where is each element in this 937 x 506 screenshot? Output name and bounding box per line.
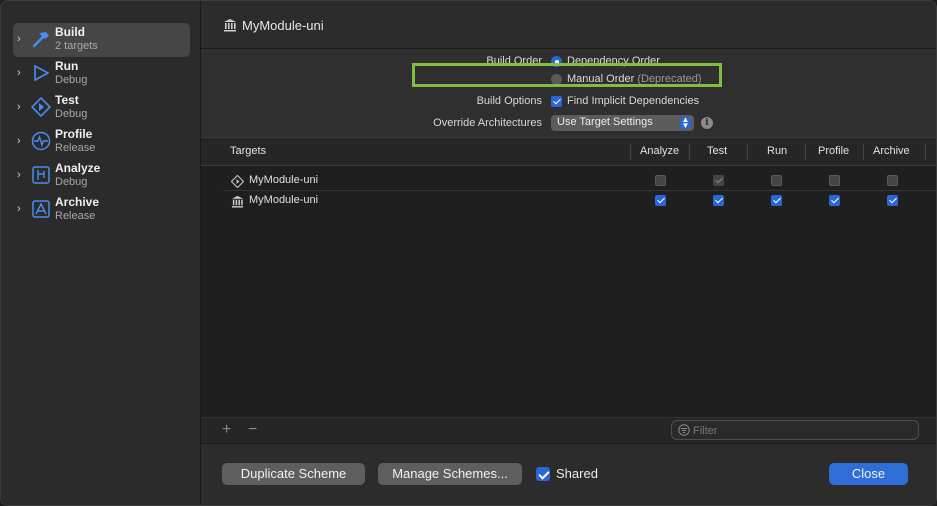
sidebar-item-run[interactable]: › Run Debug bbox=[13, 57, 190, 91]
targets-table: Targets Analyze Test Run Profile Archive… bbox=[201, 137, 936, 417]
test-checkbox[interactable] bbox=[713, 195, 724, 206]
column-header-profile[interactable]: Profile bbox=[818, 145, 849, 157]
sidebar-item-sublabel: Release bbox=[55, 142, 96, 154]
filter-icon bbox=[678, 424, 690, 436]
info-icon[interactable]: i bbox=[701, 117, 713, 129]
archive-icon bbox=[32, 200, 50, 218]
play-icon bbox=[34, 64, 50, 82]
dialog-footer: Duplicate Scheme Manage Schemes... Share… bbox=[201, 443, 936, 505]
override-architectures-label: Override Architectures bbox=[433, 117, 542, 129]
sidebar-item-sublabel: Debug bbox=[55, 108, 88, 120]
archive-checkbox[interactable] bbox=[887, 175, 898, 186]
close-button[interactable]: Close bbox=[829, 463, 908, 485]
sidebar-item-analyze[interactable]: › Analyze Debug bbox=[13, 159, 190, 193]
column-divider bbox=[863, 144, 864, 160]
chevron-right-icon[interactable]: › bbox=[17, 135, 27, 147]
analyze-checkbox[interactable] bbox=[655, 175, 666, 186]
analyze-icon bbox=[32, 166, 50, 184]
updown-chevron-icon: ▲ ▼ bbox=[680, 115, 691, 130]
archive-checkbox[interactable] bbox=[887, 195, 898, 206]
scheme-editor-window: › Build 2 targets › Run Debug › Test Deb… bbox=[0, 0, 937, 506]
sidebar-item-sublabel: Debug bbox=[55, 176, 88, 188]
sidebar-item-archive[interactable]: › Archive Release bbox=[13, 193, 190, 227]
sidebar-item-sublabel: 2 targets bbox=[55, 40, 98, 52]
column-divider bbox=[747, 144, 748, 160]
test-diamond-icon bbox=[31, 97, 51, 117]
sidebar-item-label: Analyze bbox=[55, 161, 101, 175]
table-toolbar: + − Filter bbox=[201, 417, 936, 443]
hammer-icon bbox=[32, 32, 49, 48]
run-checkbox[interactable] bbox=[771, 195, 782, 206]
filter-input[interactable]: Filter bbox=[671, 420, 919, 440]
add-target-button[interactable]: + bbox=[222, 421, 231, 439]
sidebar-item-sublabel: Release bbox=[55, 210, 96, 222]
chevron-right-icon[interactable]: › bbox=[17, 203, 27, 215]
panel-header: MyModule-uni bbox=[201, 1, 936, 49]
sidebar-item-build[interactable]: › Build 2 targets bbox=[13, 23, 190, 57]
shared-checkbox[interactable] bbox=[536, 467, 550, 481]
chevron-right-icon[interactable]: › bbox=[17, 33, 27, 45]
build-options-label: Build Options bbox=[476, 95, 542, 107]
find-implicit-dependencies-label[interactable]: Find Implicit Dependencies bbox=[567, 95, 699, 107]
scheme-action-sidebar: › Build 2 targets › Run Debug › Test Deb… bbox=[1, 1, 201, 505]
remove-target-button[interactable]: − bbox=[248, 421, 257, 439]
column-divider bbox=[689, 144, 690, 160]
column-header-archive[interactable]: Archive bbox=[873, 145, 910, 157]
column-header-run[interactable]: Run bbox=[767, 145, 787, 157]
column-header-targets[interactable]: Targets bbox=[230, 145, 266, 157]
profile-checkbox[interactable] bbox=[829, 175, 840, 186]
column-divider bbox=[805, 144, 806, 160]
sidebar-item-label: Archive bbox=[55, 195, 100, 209]
sidebar-item-label: Profile bbox=[55, 127, 93, 141]
instruments-icon bbox=[31, 131, 51, 151]
chevron-right-icon[interactable]: › bbox=[17, 67, 27, 79]
filter-placeholder: Filter bbox=[693, 425, 718, 437]
test-checkbox bbox=[713, 175, 724, 186]
chevron-right-icon[interactable]: › bbox=[17, 169, 27, 181]
sidebar-item-label: Run bbox=[55, 59, 79, 73]
sidebar-item-label: Test bbox=[55, 93, 79, 107]
run-checkbox[interactable] bbox=[771, 175, 782, 186]
build-settings-panel: MyModule-uni Build Order Dependency Orde… bbox=[201, 1, 936, 505]
analyze-checkbox[interactable] bbox=[655, 195, 666, 206]
sidebar-item-label: Build bbox=[55, 25, 85, 39]
sidebar-item-test[interactable]: › Test Debug bbox=[13, 91, 190, 125]
column-header-test[interactable]: Test bbox=[707, 145, 727, 157]
manage-schemes-button[interactable]: Manage Schemes... bbox=[378, 463, 522, 485]
targets-table-header: Targets Analyze Test Run Profile Archive bbox=[201, 138, 936, 166]
column-divider bbox=[925, 144, 926, 160]
chevron-right-icon[interactable]: › bbox=[17, 101, 27, 113]
override-architectures-highlight bbox=[412, 63, 722, 87]
test-target-icon bbox=[231, 175, 244, 188]
target-name: MyModule-uni bbox=[249, 174, 319, 186]
shared-label[interactable]: Shared bbox=[556, 466, 598, 481]
override-architectures-select[interactable]: Use Target Settings ▲ ▼ bbox=[551, 115, 694, 131]
column-header-analyze[interactable]: Analyze bbox=[640, 145, 679, 157]
table-row[interactable]: MyModule-uni bbox=[223, 191, 936, 211]
find-implicit-dependencies-checkbox[interactable] bbox=[551, 96, 562, 107]
column-divider bbox=[630, 144, 631, 160]
override-architectures-value: Use Target Settings bbox=[557, 116, 653, 128]
duplicate-scheme-button[interactable]: Duplicate Scheme bbox=[222, 463, 365, 485]
page-title: MyModule-uni bbox=[242, 18, 324, 33]
profile-checkbox[interactable] bbox=[829, 195, 840, 206]
table-row[interactable]: MyModule-uni bbox=[223, 171, 936, 191]
target-name: MyModule-uni bbox=[249, 194, 319, 206]
sidebar-item-profile[interactable]: › Profile Release bbox=[13, 125, 190, 159]
module-icon bbox=[231, 195, 244, 208]
module-icon bbox=[224, 19, 236, 32]
sidebar-item-sublabel: Debug bbox=[55, 74, 88, 86]
